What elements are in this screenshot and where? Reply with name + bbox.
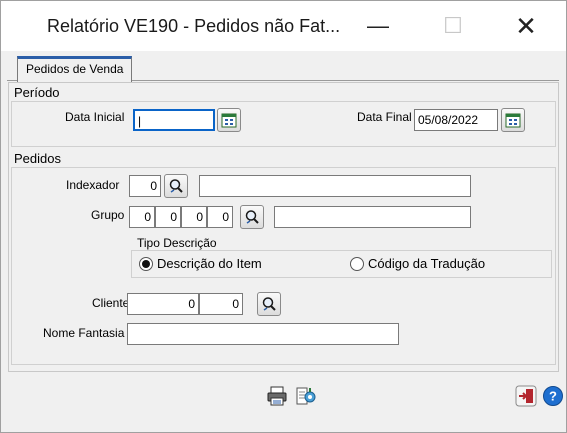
indexador-label: Indexador [66, 178, 120, 192]
data-final-field[interactable]: 05/08/2022 [414, 109, 498, 131]
minimize-button[interactable]: — [343, 1, 413, 51]
data-inicial-field[interactable]: | [133, 109, 215, 131]
report-window: Relatório VE190 - Pedidos não Fat... — ☐… [0, 0, 567, 433]
title-bar: Relatório VE190 - Pedidos não Fat... — ☐… [1, 1, 566, 51]
cliente-loja-field[interactable]: 0 [199, 293, 243, 315]
nome-fantasia-label: Nome Fantasia [43, 326, 125, 340]
tipo-descricao-title: Tipo Descrição [137, 236, 217, 250]
grupo-field-2[interactable]: 0 [155, 206, 181, 228]
tab-strip: Pedidos de Venda [7, 54, 559, 82]
cliente-code-field[interactable]: 0 [127, 293, 199, 315]
data-final-calendar-button[interactable] [501, 108, 525, 132]
indexador-field[interactable]: 0 [129, 175, 161, 197]
indexador-search-button[interactable] [164, 174, 188, 198]
grupo-description-field[interactable] [274, 206, 471, 228]
radio-codigo-traducao[interactable]: Código da Tradução [350, 256, 485, 271]
exit-button[interactable] [514, 384, 538, 408]
window-title: Relatório VE190 - Pedidos não Fat... [47, 16, 341, 36]
printer-icon [267, 386, 287, 406]
search-icon [245, 210, 259, 224]
tab-panel: Período Data Inicial | Data Final 05/08/… [8, 82, 559, 372]
indexador-description-field[interactable] [199, 175, 471, 197]
cliente-label: Cliente [92, 296, 130, 310]
pedidos-group-title: Pedidos [14, 151, 61, 166]
calendar-icon [221, 113, 237, 128]
print-button[interactable] [265, 384, 289, 408]
grupo-field-3[interactable]: 0 [181, 206, 207, 228]
nome-fantasia-field[interactable] [127, 323, 399, 345]
help-glyph: ? [549, 389, 557, 404]
data-inicial-calendar-button[interactable] [217, 108, 241, 132]
radio-selected-dot [142, 259, 150, 268]
help-button[interactable]: ? [541, 384, 565, 408]
config-button[interactable] [294, 384, 318, 408]
cliente-search-button[interactable] [257, 292, 281, 316]
radio-descricao-item[interactable]: Descrição do Item [139, 256, 262, 271]
calendar-icon [505, 113, 521, 128]
search-icon [169, 179, 183, 193]
settings-icon [296, 387, 316, 405]
grupo-field-1[interactable]: 0 [129, 206, 155, 228]
help-icon: ? [543, 386, 563, 406]
grupo-field-4[interactable]: 0 [207, 206, 233, 228]
radio-circle [139, 256, 153, 271]
data-final-label: Data Final [357, 110, 412, 124]
grupo-label: Grupo [91, 208, 125, 222]
data-inicial-label: Data Inicial [65, 110, 125, 124]
search-icon [262, 297, 276, 311]
radio-descricao-item-label: Descrição do Item [157, 256, 262, 271]
periodo-group-title: Período [14, 85, 60, 100]
tab-pedidos-de-venda[interactable]: Pedidos de Venda [17, 56, 133, 82]
close-button[interactable]: ✕ [491, 1, 561, 51]
maximize-button[interactable]: ☐ [418, 1, 488, 51]
grupo-search-button[interactable] [240, 205, 264, 229]
radio-codigo-traducao-label: Código da Tradução [368, 256, 486, 271]
exit-icon [515, 385, 537, 407]
radio-circle [350, 256, 364, 271]
